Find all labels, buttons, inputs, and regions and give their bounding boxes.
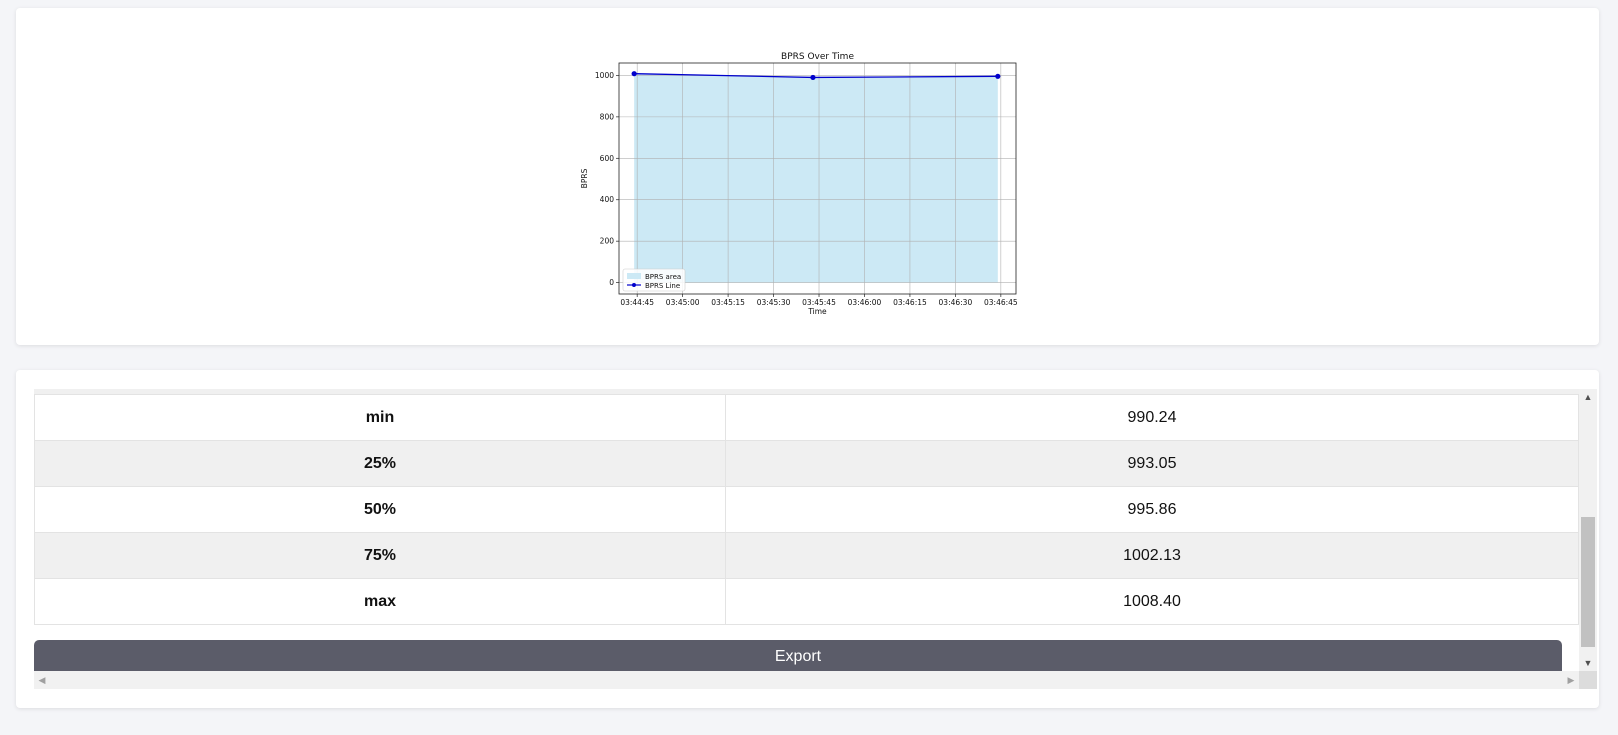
legend-marker — [632, 283, 636, 287]
x-tick-label: 03:45:45 — [802, 298, 836, 307]
table-row: min 990.24 — [34, 394, 1579, 441]
x-tick-label: 03:46:45 — [984, 298, 1018, 307]
table-row: max 1008.40 — [34, 578, 1579, 625]
scroll-down-arrow-icon[interactable]: ▼ — [1579, 655, 1597, 671]
scroll-up-arrow-icon[interactable]: ▲ — [1579, 389, 1597, 405]
x-tick-label: 03:45:15 — [711, 298, 745, 307]
y-tick-label: 600 — [600, 154, 615, 163]
x-tick-label: 03:46:00 — [848, 298, 882, 307]
scroll-left-arrow-icon[interactable]: ◀ — [34, 671, 50, 689]
y-tick-label: 800 — [600, 112, 615, 121]
chart-title: BPRS Over Time — [781, 52, 854, 62]
y-tick-label: 200 — [600, 237, 615, 246]
legend-label: BPRS Line — [645, 282, 680, 290]
x-tick-label: 03:45:00 — [666, 298, 700, 307]
y-tick-label: 0 — [609, 278, 614, 287]
stat-label: 50% — [34, 486, 726, 533]
y-tick-label: 1000 — [595, 71, 614, 80]
data-point — [810, 74, 816, 81]
vertical-scroll-thumb[interactable] — [1581, 517, 1595, 647]
horizontal-scrollbar[interactable]: ◀ ▶ — [34, 671, 1579, 689]
vertical-scrollbar[interactable]: ▲ ▼ — [1579, 389, 1597, 671]
stats-card: min 990.24 25% 993.05 50% 995.86 75% 100… — [16, 370, 1599, 708]
stat-label: 25% — [34, 440, 726, 487]
stat-value: 993.05 — [725, 440, 1579, 487]
data-point — [631, 71, 637, 77]
stat-value: 1008.40 — [725, 578, 1579, 625]
scroll-right-arrow-icon[interactable]: ▶ — [1563, 671, 1579, 689]
y-axis-label: BPRS — [580, 168, 589, 188]
area-fill — [634, 73, 998, 283]
data-point — [995, 73, 1001, 79]
x-tick-label: 03:46:15 — [893, 298, 927, 307]
table-row: 25% 993.05 — [34, 440, 1579, 487]
legend-label: BPRS area — [645, 273, 681, 281]
chart-card: 03:44:45 03:45:00 03:45:15 03:45:30 03:45:45… — [16, 8, 1599, 345]
legend-swatch-area — [627, 273, 641, 279]
stat-label: 75% — [34, 532, 726, 579]
stat-value: 990.24 — [725, 394, 1579, 441]
y-tick-label: 400 — [600, 195, 615, 204]
stat-label: max — [34, 578, 726, 625]
table-row: 50% 995.86 — [34, 486, 1579, 533]
bprs-chart: 03:44:45 03:45:00 03:45:15 03:45:30 03:45:45… — [580, 52, 1018, 316]
x-tick-label: 03:46:30 — [939, 298, 973, 307]
export-button[interactable]: Export — [34, 640, 1562, 671]
x-tick-label: 03:45:30 — [757, 298, 791, 307]
stats-table: min 990.24 25% 993.05 50% 995.86 75% 100… — [34, 394, 1579, 625]
scroll-corner — [1579, 671, 1597, 689]
table-row: 75% 1002.13 — [34, 532, 1579, 579]
stat-value: 1002.13 — [725, 532, 1579, 579]
stats-scroll-area[interactable]: min 990.24 25% 993.05 50% 995.86 75% 100… — [34, 389, 1597, 689]
stat-label: min — [34, 394, 726, 441]
x-axis-label: Time — [807, 307, 827, 316]
stat-value: 995.86 — [725, 486, 1579, 533]
x-tick-label: 03:44:45 — [620, 298, 654, 307]
